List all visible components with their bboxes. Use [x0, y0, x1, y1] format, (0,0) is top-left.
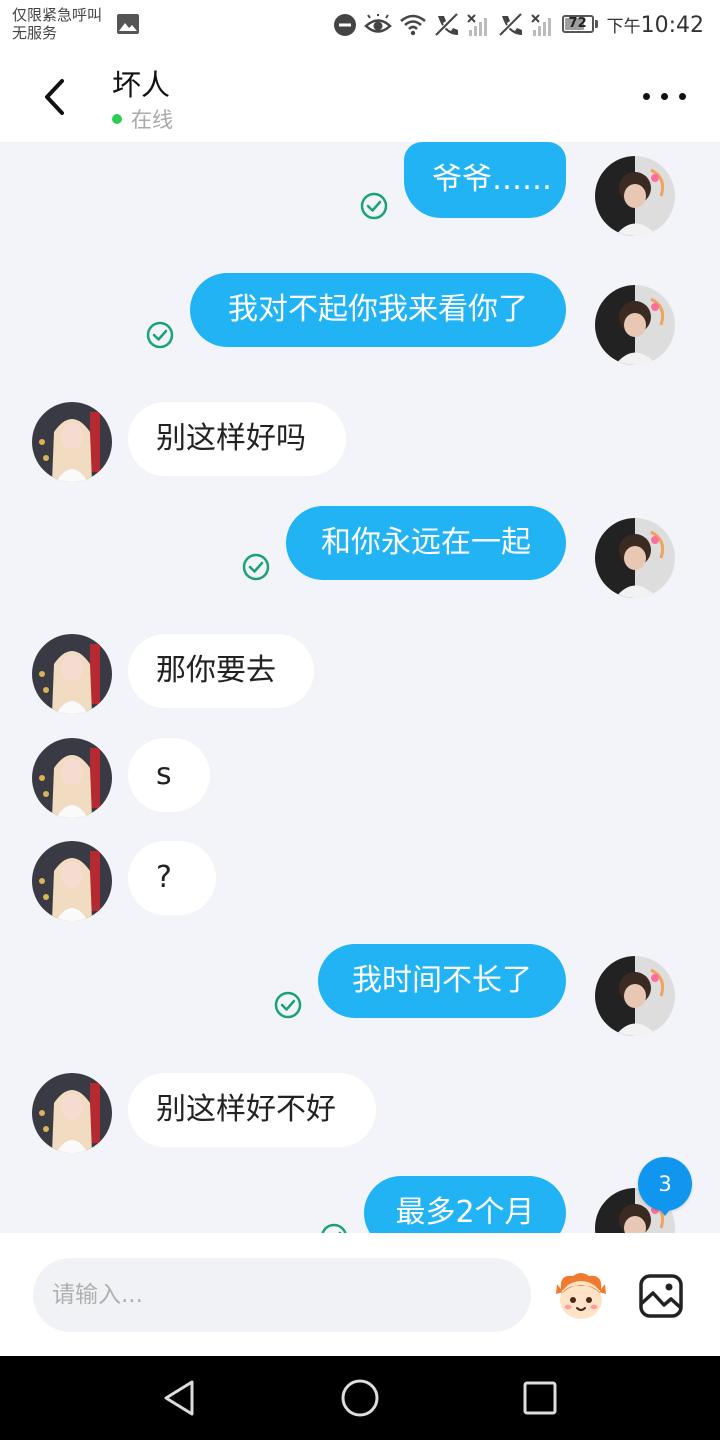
battery-percentage: 72 — [568, 16, 587, 31]
message-text: 最多2个月 — [395, 1195, 535, 1230]
message-list[interactable]: 爷爷…… 我对不起你我来看你了 别这样好吗 和你永远在一起 那你要去 s ? 我… — [0, 142, 720, 1233]
contact-avatar[interactable] — [32, 402, 112, 482]
online-dot-icon — [112, 114, 122, 124]
nav-back-button[interactable] — [156, 1374, 204, 1422]
signal-sim1-icon — [466, 14, 487, 36]
message-text: s — [156, 757, 172, 792]
eye-comfort-icon — [363, 14, 392, 33]
emoji-button[interactable] — [553, 1270, 609, 1322]
my-avatar[interactable] — [595, 956, 675, 1036]
message-text: 那你要去 — [156, 653, 276, 688]
my-avatar[interactable] — [595, 285, 675, 365]
incoming-message-bubble[interactable]: s — [128, 738, 210, 812]
more-options-button[interactable] — [640, 80, 690, 112]
message-text: ? — [156, 860, 172, 895]
chevron-left-icon — [45, 79, 64, 115]
clock-time: 10:42 — [640, 13, 704, 38]
chat-header: 坏人 在线 — [0, 54, 720, 142]
my-avatar[interactable] — [595, 156, 675, 236]
square-recents-icon — [523, 1381, 557, 1415]
signal-sim2-icon — [530, 14, 551, 36]
my-avatar[interactable] — [595, 518, 675, 598]
outgoing-message-bubble[interactable]: 最多2个月 — [364, 1176, 566, 1233]
triangle-back-icon — [164, 1380, 194, 1416]
nav-home-button[interactable] — [336, 1374, 384, 1422]
check-circle-icon — [321, 1223, 347, 1233]
message-text: 别这样好不好 — [156, 1092, 336, 1127]
carrier-status: 仅限紧急呼叫 无服务 — [12, 6, 102, 42]
carrier-line-1: 仅限紧急呼叫 — [12, 6, 103, 24]
circle-home-icon — [341, 1379, 379, 1417]
unread-count-badge[interactable]: 3 — [638, 1157, 692, 1216]
message-text: 我时间不长了 — [352, 963, 532, 998]
clock: 下午10:42 — [607, 12, 704, 38]
contact-name: 坏人 — [112, 68, 171, 102]
check-circle-icon — [242, 553, 270, 581]
wifi-icon — [399, 14, 426, 36]
message-text: 别这样好吗 — [156, 421, 306, 456]
check-circle-icon — [146, 321, 174, 349]
image-picker-button[interactable] — [638, 1273, 684, 1319]
message-input[interactable] — [33, 1258, 531, 1332]
composer-bar — [0, 1233, 720, 1356]
carrier-line-2: 无服务 — [12, 24, 58, 42]
system-icons: 72 下午10:42 — [333, 10, 704, 40]
message-text: 我对不起你我来看你了 — [228, 292, 528, 327]
no-call-icon-2 — [498, 13, 523, 37]
contact-avatar[interactable] — [32, 634, 112, 714]
incoming-message-bubble[interactable]: 那你要去 — [128, 634, 314, 708]
nav-recents-button[interactable] — [516, 1374, 564, 1422]
incoming-message-bubble[interactable]: 别这样好不好 — [128, 1073, 376, 1147]
contact-avatar[interactable] — [32, 841, 112, 921]
outgoing-message-bubble[interactable]: 我对不起你我来看你了 — [190, 273, 566, 347]
outgoing-message-bubble[interactable]: 和你永远在一起 — [286, 506, 566, 580]
gallery-notification-icon — [117, 14, 139, 34]
outgoing-message-bubble[interactable]: 爷爷…… — [404, 142, 566, 218]
check-circle-icon — [360, 192, 388, 220]
battery-indicator: 72 — [561, 15, 600, 35]
back-button[interactable] — [30, 72, 80, 122]
emoji-mascot-icon — [556, 1273, 606, 1319]
image-icon — [639, 1274, 683, 1318]
contact-avatar[interactable] — [32, 1073, 112, 1153]
outgoing-message-bubble[interactable]: 我时间不长了 — [318, 944, 566, 1018]
no-call-icon — [434, 13, 459, 37]
clock-period: 下午 — [606, 17, 641, 37]
presence-status: 在线 — [112, 104, 173, 134]
check-circle-icon — [274, 991, 302, 1019]
incoming-message-bubble[interactable]: ? — [128, 841, 216, 915]
presence-label: 在线 — [131, 108, 173, 132]
incoming-message-bubble[interactable]: 别这样好吗 — [128, 402, 346, 476]
do-not-disturb-icon — [333, 14, 356, 36]
message-text: 和你永远在一起 — [321, 525, 531, 560]
status-bar: 仅限紧急呼叫 无服务 72 下午10:42 — [0, 0, 720, 54]
system-navigation-bar — [0, 1356, 720, 1440]
message-text: 爷爷…… — [432, 162, 552, 197]
contact-avatar[interactable] — [32, 738, 112, 818]
